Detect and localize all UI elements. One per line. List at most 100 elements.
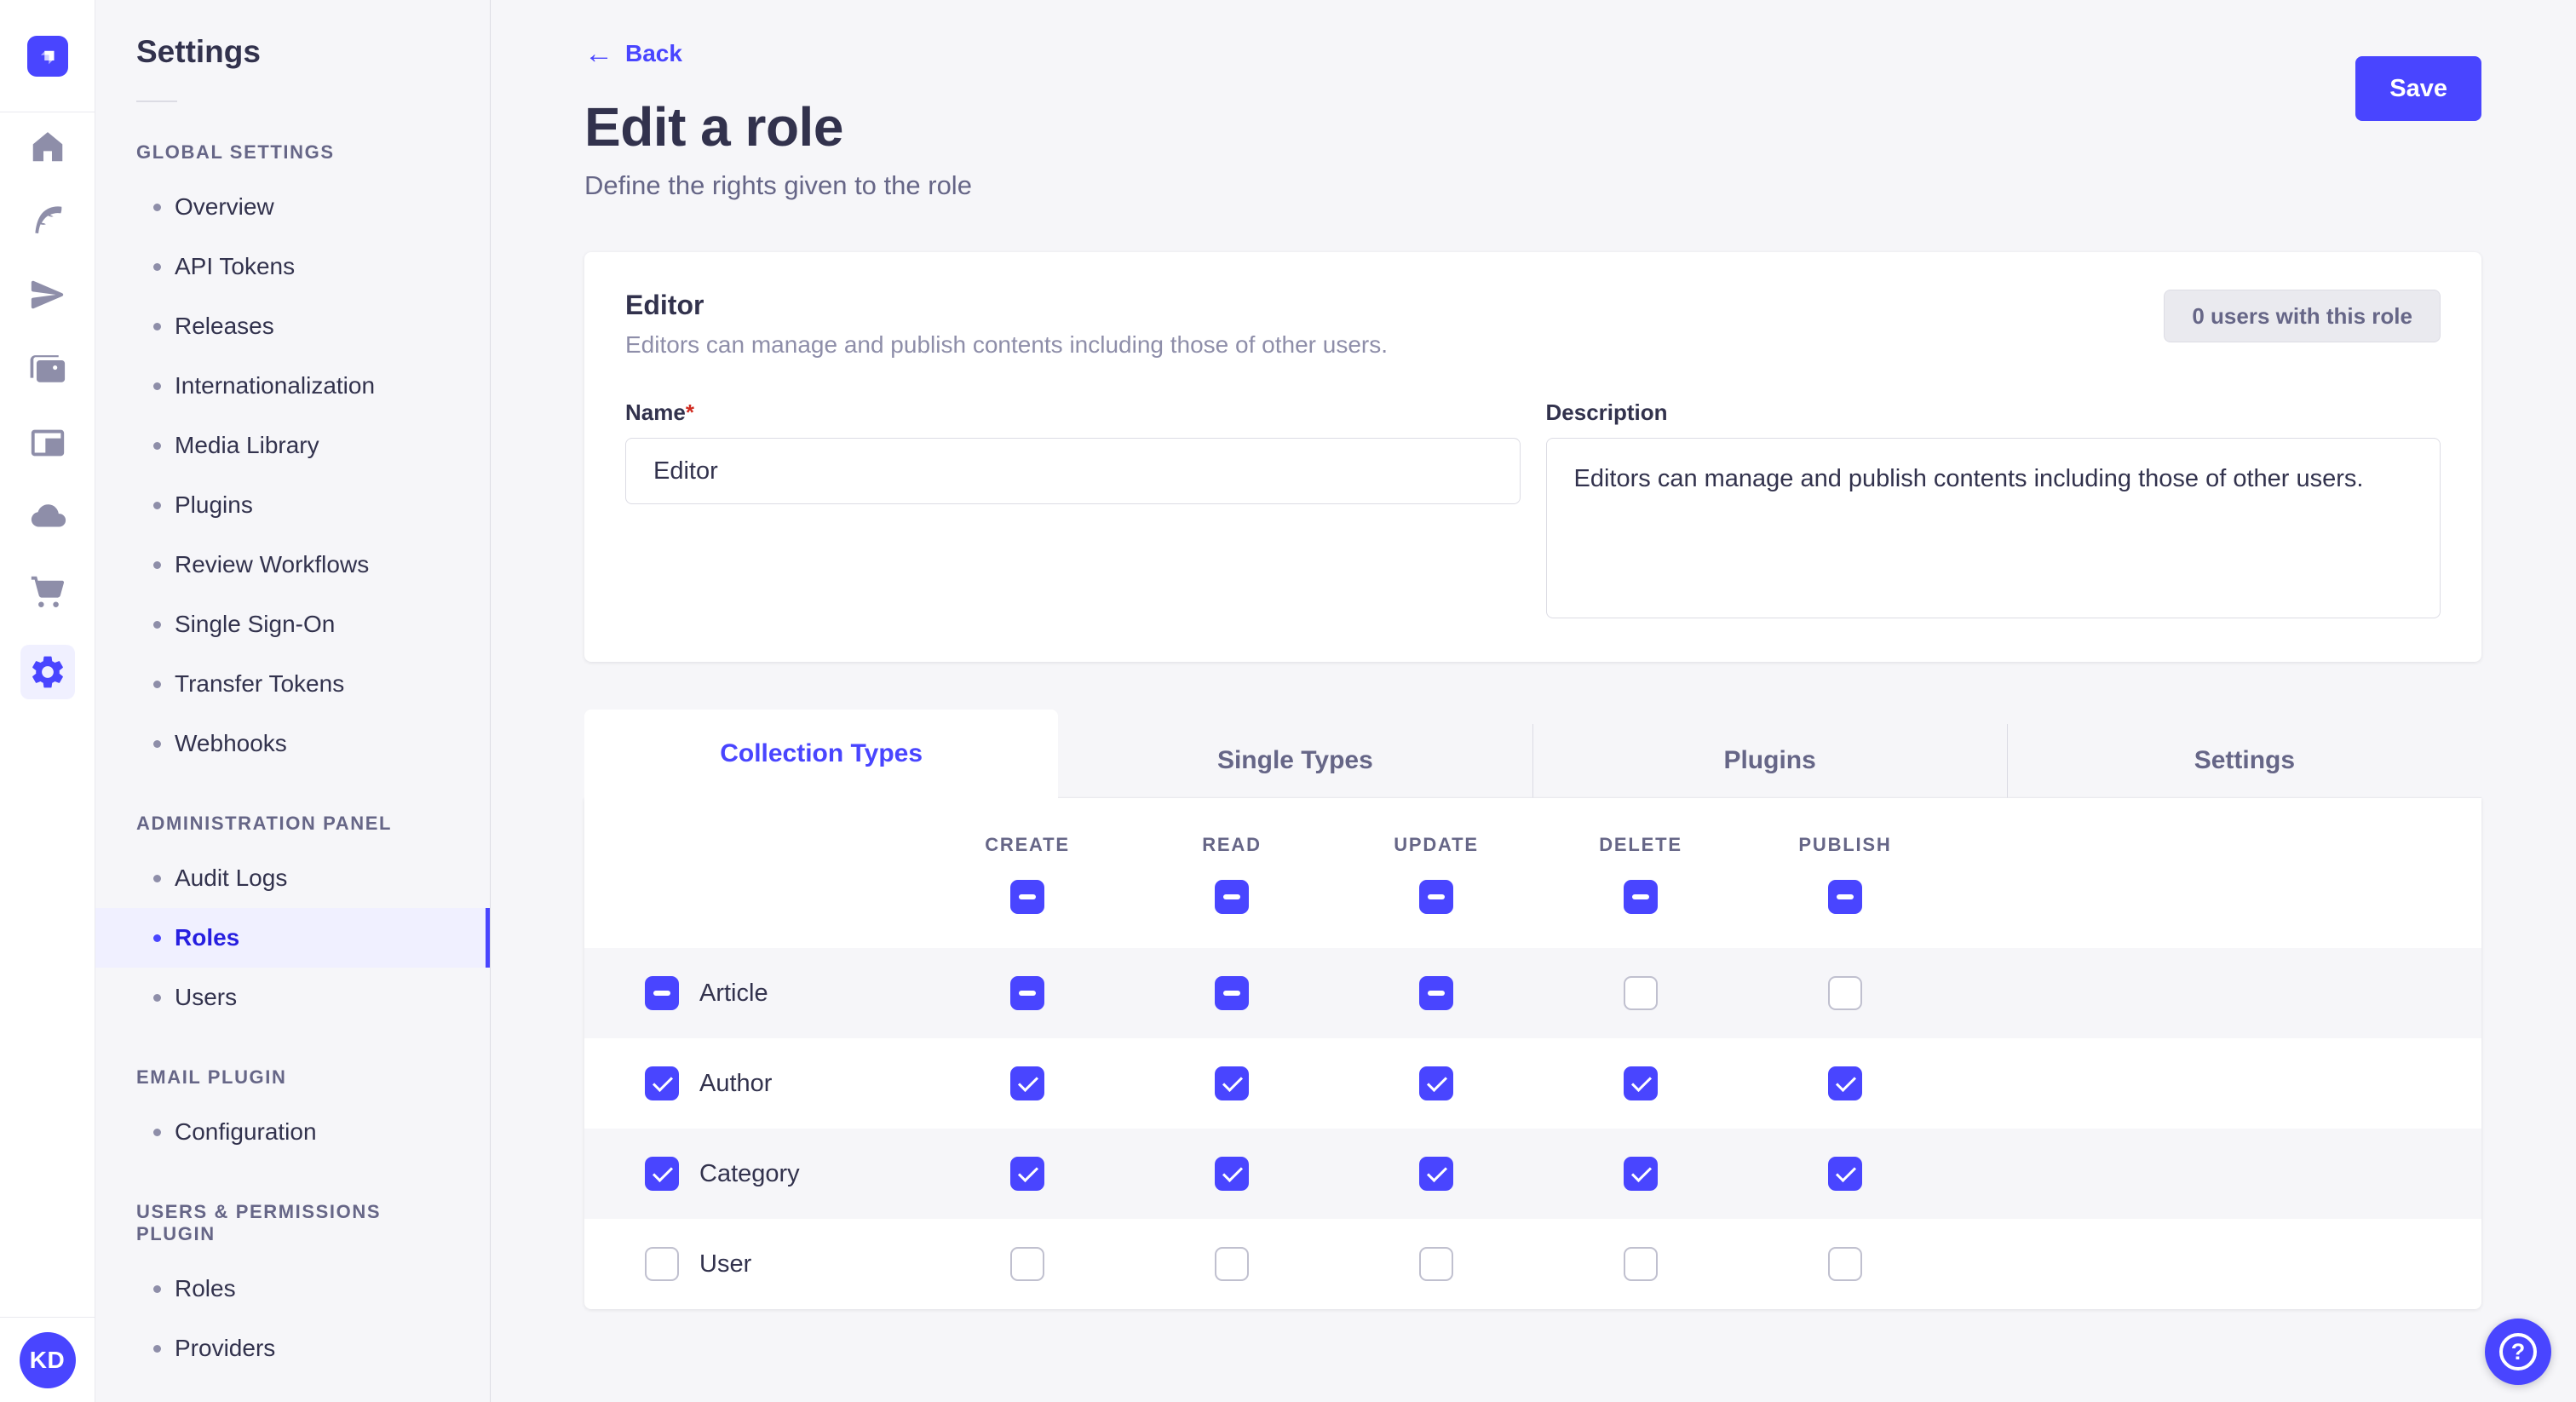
bullet-icon (153, 442, 161, 450)
bullet-icon (153, 204, 161, 211)
tab-plugins[interactable]: Plugins (1532, 724, 2007, 798)
sidebar-item-up-roles[interactable]: Roles (95, 1259, 490, 1319)
sidebar-item-releases[interactable]: Releases (95, 296, 490, 356)
sidebar-item-single-sign-on[interactable]: Single Sign-On (95, 595, 490, 654)
select-all-create-checkbox[interactable] (1010, 880, 1044, 914)
row-label: Author (699, 1070, 772, 1098)
strapi-logo-icon (35, 43, 60, 69)
cart-icon[interactable] (20, 571, 75, 612)
author-read-checkbox[interactable] (1215, 1066, 1249, 1100)
row-label: User (699, 1250, 751, 1278)
sidebar-title: Settings (136, 34, 490, 70)
select-all-update-checkbox[interactable] (1419, 880, 1453, 914)
sidebar-item-label: API Tokens (175, 253, 295, 280)
section-label: EMAIL PLUGIN (136, 1066, 449, 1089)
author-row-checkbox[interactable] (645, 1066, 679, 1100)
sidebar-item-label: Roles (175, 924, 239, 951)
user-read-checkbox[interactable] (1215, 1247, 1249, 1281)
sidebar-item-plugins[interactable]: Plugins (95, 475, 490, 535)
bullet-icon (153, 1285, 161, 1293)
sidebar-item-configuration[interactable]: Configuration (95, 1102, 490, 1162)
feather-icon[interactable] (20, 200, 75, 241)
sidebar-item-media-library[interactable]: Media Library (95, 416, 490, 475)
section-global-settings: GLOBAL SETTINGS Overview API Tokens Rele… (95, 141, 490, 773)
article-delete-checkbox[interactable] (1624, 976, 1658, 1010)
category-publish-checkbox[interactable] (1828, 1157, 1862, 1191)
article-publish-checkbox[interactable] (1828, 976, 1862, 1010)
sidebar-item-api-tokens[interactable]: API Tokens (95, 237, 490, 296)
bullet-icon (153, 561, 161, 569)
bullet-icon (153, 621, 161, 629)
role-card-titles: Editor Editors can manage and publish co… (625, 290, 1388, 359)
required-asterisk: * (686, 399, 694, 425)
user-row-checkbox[interactable] (645, 1247, 679, 1281)
row-label: Article (699, 980, 768, 1008)
sidebar-item-label: Releases (175, 313, 274, 340)
sidebar-item-review-workflows[interactable]: Review Workflows (95, 535, 490, 595)
permissions-table-head: CREATE READ UPDATE DELETE PUBLISH (584, 798, 2481, 948)
user-delete-checkbox[interactable] (1624, 1247, 1658, 1281)
gear-icon[interactable] (20, 645, 75, 699)
column-headers: CREATE READ UPDATE DELETE PUBLISH (584, 834, 2481, 856)
author-create-checkbox[interactable] (1010, 1066, 1044, 1100)
paper-plane-icon[interactable] (20, 274, 75, 315)
sidebar-item-transfer-tokens[interactable]: Transfer Tokens (95, 654, 490, 714)
section-label: USERS & PERMISSIONS PLUGIN (136, 1201, 449, 1245)
sidebar-item-webhooks[interactable]: Webhooks (95, 714, 490, 773)
row-label: Category (699, 1160, 800, 1188)
avatar[interactable]: KD (20, 1332, 76, 1388)
sidebar-item-overview[interactable]: Overview (95, 177, 490, 237)
user-create-checkbox[interactable] (1010, 1247, 1044, 1281)
sidebar-item-roles[interactable]: Roles (95, 908, 490, 968)
tab-settings[interactable]: Settings (2007, 724, 2481, 798)
article-update-checkbox[interactable] (1419, 976, 1453, 1010)
sidebar-item-providers[interactable]: Providers (95, 1319, 490, 1378)
author-delete-checkbox[interactable] (1624, 1066, 1658, 1100)
column-header-create: CREATE (925, 834, 1130, 856)
media-icon[interactable] (20, 348, 75, 389)
cloud-icon[interactable] (20, 497, 75, 537)
users-with-role-badge[interactable]: 0 users with this role (2164, 290, 2441, 342)
select-all-read-checkbox[interactable] (1215, 880, 1249, 914)
category-create-checkbox[interactable] (1010, 1157, 1044, 1191)
category-row-checkbox[interactable] (645, 1157, 679, 1191)
author-update-checkbox[interactable] (1419, 1066, 1453, 1100)
sidebar-item-users[interactable]: Users (95, 968, 490, 1027)
article-read-checkbox[interactable] (1215, 976, 1249, 1010)
sidebar-item-internationalization[interactable]: Internationalization (95, 356, 490, 416)
author-publish-checkbox[interactable] (1828, 1066, 1862, 1100)
permissions-table: CREATE READ UPDATE DELETE PUBLISH (584, 798, 2481, 1309)
description-textarea[interactable]: Editors can manage and publish contents … (1546, 438, 2441, 618)
save-button[interactable]: Save (2355, 56, 2481, 121)
category-update-checkbox[interactable] (1419, 1157, 1453, 1191)
sidebar-item-label: Audit Logs (175, 865, 287, 892)
category-delete-checkbox[interactable] (1624, 1157, 1658, 1191)
sidebar-item-label: Overview (175, 193, 274, 221)
table-row-article: Article (584, 948, 2481, 1038)
sidebar-item-audit-logs[interactable]: Audit Logs (95, 848, 490, 908)
tab-single-types[interactable]: Single Types (1058, 724, 1532, 798)
layout-icon[interactable] (20, 422, 75, 463)
article-row-checkbox[interactable] (645, 976, 679, 1010)
section-administration-panel: ADMINISTRATION PANEL Audit Logs Roles Us… (95, 813, 490, 1027)
bullet-icon (153, 740, 161, 748)
bullet-icon (153, 875, 161, 882)
user-update-checkbox[interactable] (1419, 1247, 1453, 1281)
logo-section (0, 0, 95, 112)
bullet-icon (153, 502, 161, 509)
user-publish-checkbox[interactable] (1828, 1247, 1862, 1281)
back-link[interactable]: ← Back (584, 39, 682, 68)
sidebar-item-label: Internationalization (175, 372, 375, 399)
bullet-icon (153, 681, 161, 688)
help-button[interactable]: ? (2485, 1319, 2551, 1385)
category-read-checkbox[interactable] (1215, 1157, 1249, 1191)
tab-collection-types[interactable]: Collection Types (584, 710, 1058, 798)
home-icon[interactable] (20, 126, 75, 167)
name-input[interactable] (625, 438, 1521, 504)
select-all-publish-checkbox[interactable] (1828, 880, 1862, 914)
sidebar-item-label: Webhooks (175, 730, 287, 757)
sidebar-item-label: Configuration (175, 1118, 317, 1146)
select-all-delete-checkbox[interactable] (1624, 880, 1658, 914)
strapi-logo[interactable] (27, 36, 68, 77)
article-create-checkbox[interactable] (1010, 976, 1044, 1010)
